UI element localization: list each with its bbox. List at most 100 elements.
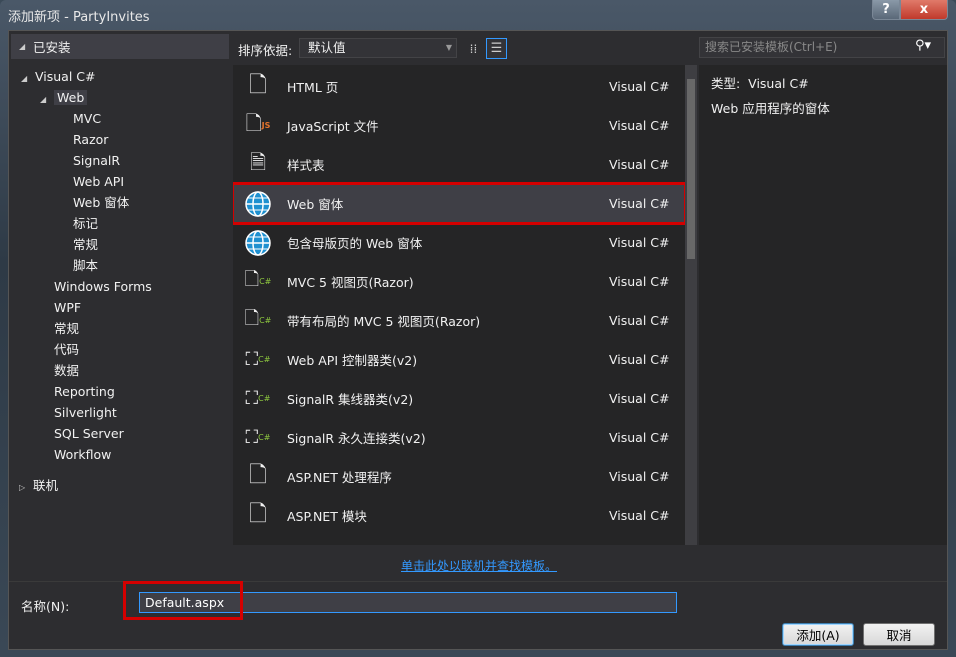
handler-icon: 🗋 xyxy=(249,501,267,527)
tree-item[interactable]: WPF xyxy=(40,298,81,318)
template-language: Visual C# xyxy=(609,157,670,172)
template-name: Web 窗体 xyxy=(287,197,344,212)
tree-item-online[interactable]: ▷ 联机 xyxy=(19,476,58,496)
tree-item[interactable]: 代码 xyxy=(40,340,79,360)
globe-icon xyxy=(243,228,273,258)
dialog-body: ◢ 已安装 ◢ Visual C# ◢ Web MVC Razor SignalR Web AP… xyxy=(8,30,948,650)
template-list: 🗋 HTML 页 Visual C# 🗋 JS JavaScript 文件 Visual C… xyxy=(233,65,685,545)
template-language: Visual C# xyxy=(609,430,670,445)
template-item[interactable]: 🗋 ASP.NET 模块 Visual C# xyxy=(233,496,685,535)
tree-item[interactable]: MVC xyxy=(59,109,101,129)
template-language: Visual C# xyxy=(609,235,670,250)
cancel-button[interactable]: 取消 xyxy=(863,623,935,646)
tree-item[interactable]: Razor xyxy=(59,130,108,150)
template-item[interactable]: Web 窗体 Visual C# xyxy=(233,182,685,225)
grid-icon: ⁞⁞ xyxy=(469,41,478,56)
template-description: Web 应用程序的窗体 xyxy=(711,101,830,116)
template-name: 带有布局的 MVC 5 视图页(Razor) xyxy=(287,314,481,329)
tree-label: Silverlight xyxy=(54,405,117,420)
tree-label: Web xyxy=(54,90,88,105)
class-icon: ⛶ C# xyxy=(245,388,271,409)
template-item[interactable]: ⛶ C# Web API 控制器类(v2) Visual C# xyxy=(233,340,685,379)
template-name: HTML 页 xyxy=(287,80,339,95)
tree-label: 数据 xyxy=(54,363,80,378)
tree-label: Workflow xyxy=(54,447,112,462)
tree-item[interactable]: Windows Forms xyxy=(40,277,152,297)
template-item[interactable]: 🗎 样式表 Visual C# xyxy=(233,145,685,184)
window-title: 添加新项 - PartyInvites xyxy=(8,10,150,25)
template-name: 包含母版页的 Web 窗体 xyxy=(287,236,423,251)
list-icon: ☰ xyxy=(490,41,503,56)
search-icon[interactable]: ⚲▾ xyxy=(915,38,931,53)
sort-label: 排序依据: xyxy=(238,43,293,58)
tree-item[interactable]: Reporting xyxy=(40,382,115,402)
collapse-arrow-icon: ◢ xyxy=(21,74,28,83)
template-item[interactable]: 🗋 C# MVC 5 视图页(Razor) Visual C# xyxy=(233,262,685,301)
tree-label: Reporting xyxy=(54,384,115,399)
tree-item[interactable]: 常规 xyxy=(40,319,79,339)
installed-label: 已安装 xyxy=(33,40,71,55)
tree-label: 常规 xyxy=(73,237,99,252)
template-item[interactable]: ⛶ C# SignalR 集线器类(v2) Visual C# xyxy=(233,379,685,418)
tree-item[interactable]: Web 窗体 xyxy=(59,193,129,213)
template-name: Web API 控制器类(v2) xyxy=(287,353,418,368)
template-name: ASP.NET 处理程序 xyxy=(287,470,392,485)
class-icon: ⛶ C# xyxy=(245,349,271,370)
tree-item[interactable]: 常规 xyxy=(59,235,98,255)
search-input[interactable]: 搜索已安装模板(Ctrl+E) xyxy=(699,37,945,58)
template-name: SignalR 集线器类(v2) xyxy=(287,392,414,407)
help-button[interactable]: ? xyxy=(872,0,900,20)
template-name: 样式表 xyxy=(287,158,325,173)
installed-header[interactable]: ◢ 已安装 xyxy=(11,34,229,59)
tree-label: WPF xyxy=(54,300,82,315)
list-view-button[interactable]: ☰ xyxy=(486,38,507,59)
sort-dropdown[interactable]: 默认值 ▼ xyxy=(299,38,457,58)
small-icons-view-button[interactable]: ⁞⁞ xyxy=(463,38,484,59)
template-item[interactable]: 包含母版页的 Web 窗体 Visual C# xyxy=(233,223,685,262)
tree-item[interactable]: Workflow xyxy=(40,445,111,465)
type-value: Visual C# xyxy=(748,76,809,91)
tree-label: Web API xyxy=(73,174,125,189)
template-language: Visual C# xyxy=(609,352,670,367)
template-item[interactable]: 🗋 ASP.NET 处理程序 Visual C# xyxy=(233,457,685,496)
template-language: Visual C# xyxy=(609,508,670,523)
class-icon: ⛶ C# xyxy=(245,427,271,448)
template-language: Visual C# xyxy=(609,118,670,133)
tree-item[interactable]: 数据 xyxy=(40,361,79,381)
html-page-icon: 🗋 xyxy=(249,72,267,98)
template-language: Visual C# xyxy=(609,469,670,484)
tree-label: 脚本 xyxy=(73,258,99,273)
scrollbar-thumb[interactable] xyxy=(687,79,695,259)
template-item[interactable]: ⛶ C# SignalR 永久连接类(v2) Visual C# xyxy=(233,418,685,457)
online-templates-link[interactable]: 单击此处以联机并查找模板。 xyxy=(9,557,949,574)
tree-label: Web 窗体 xyxy=(73,195,130,210)
tree-label: SignalR xyxy=(73,153,121,168)
template-language: Visual C# xyxy=(609,313,670,328)
tree-item[interactable]: Silverlight xyxy=(40,403,117,423)
close-button[interactable]: x xyxy=(900,0,948,20)
template-language: Visual C# xyxy=(609,274,670,289)
chevron-down-icon: ▼ xyxy=(445,43,452,52)
tree-item[interactable]: SignalR xyxy=(59,151,120,171)
tree-item[interactable]: Web API xyxy=(59,172,124,192)
template-item[interactable]: 🗋 HTML 页 Visual C# xyxy=(233,67,685,106)
tree-item[interactable]: 脚本 xyxy=(59,256,98,276)
tree-label: 代码 xyxy=(54,342,80,357)
add-button[interactable]: 添加(A) xyxy=(782,623,854,646)
tree-label: 标记 xyxy=(73,216,99,231)
javascript-file-icon: 🗋 JS xyxy=(245,110,271,135)
razor-view-icon: 🗋 C# xyxy=(244,268,272,290)
tree-label: 常规 xyxy=(54,321,80,336)
stylesheet-icon: 🗎 xyxy=(249,149,267,174)
tree-item[interactable]: ◢ Visual C# xyxy=(21,67,96,87)
tree-item[interactable]: SQL Server xyxy=(40,424,124,444)
template-item[interactable]: 🗋 JS JavaScript 文件 Visual C# xyxy=(233,106,685,145)
tree-label: SQL Server xyxy=(54,426,124,441)
tree-item[interactable]: ◢ Web xyxy=(40,88,88,108)
template-item[interactable]: 🗋 C# 带有布局的 MVC 5 视图页(Razor) Visual C# xyxy=(233,301,685,340)
tree-label: Visual C# xyxy=(35,69,96,84)
tree-item[interactable]: 标记 xyxy=(59,214,98,234)
razor-view-icon: 🗋 C# xyxy=(244,307,272,329)
template-name: MVC 5 视图页(Razor) xyxy=(287,275,414,290)
expand-arrow-icon: ▷ xyxy=(19,483,26,492)
